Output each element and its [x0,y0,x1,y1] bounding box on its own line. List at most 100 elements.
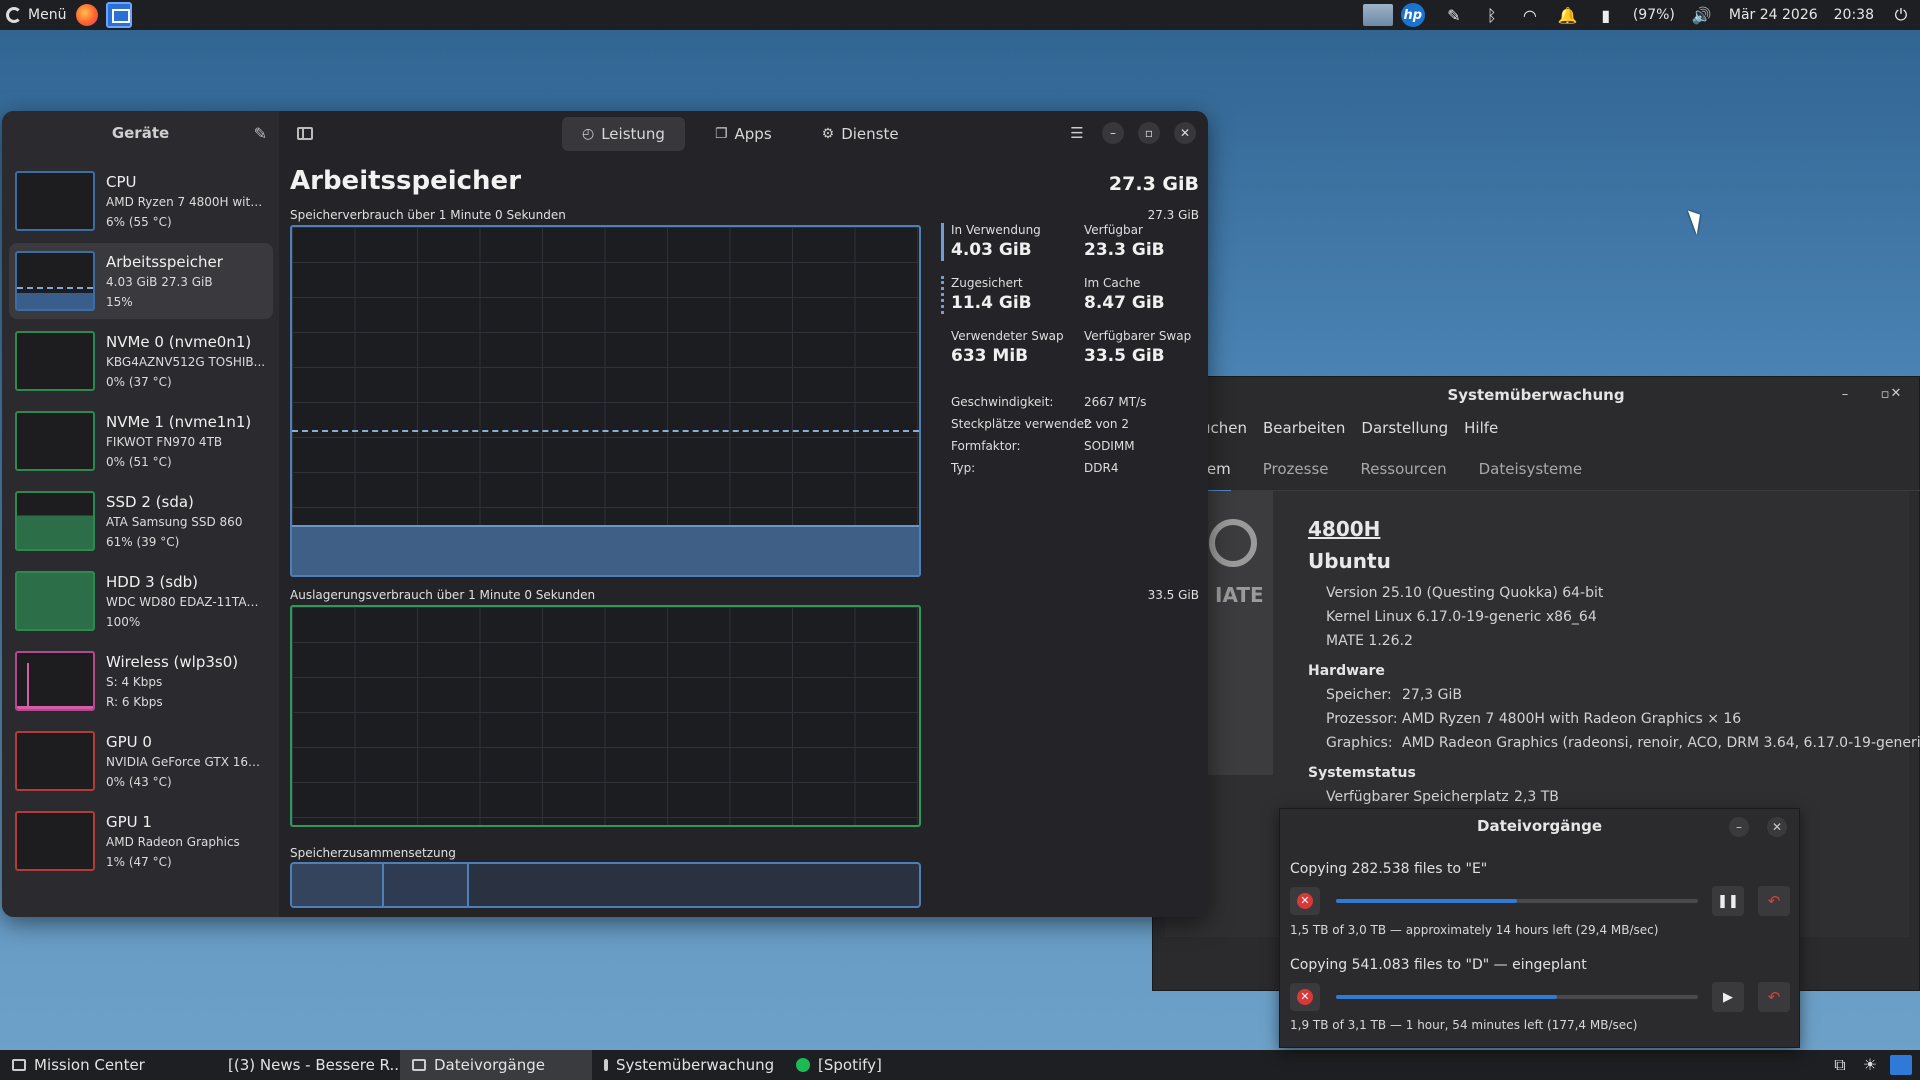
device-cpu[interactable]: CPU AMD Ryzen 7 4800H with... 6% (55 °C) [9,163,273,239]
memory-composition-bar [290,862,921,908]
window-icon [604,1059,608,1071]
tab-prozesse[interactable]: Prozesse [1263,460,1329,478]
device-hdd3[interactable]: HDD 3 (sdb) WDC WD80 EDAZ-11TA3A0 100% [9,563,273,639]
undo-icon: ↶ [1767,988,1781,1006]
op1-pause-button[interactable]: ❚❚ [1712,886,1744,916]
device-stat: 100% [106,615,141,629]
close-icon[interactable]: ✕ [1174,122,1196,144]
menu-bearbeiten[interactable]: Bearbeiten [1263,419,1345,437]
ssd2-thumbnail [15,491,95,551]
device-stat: 0% (51 °C) [106,455,172,469]
device-nvme1[interactable]: NVMe 1 (nvme1n1) FIKWOT FN970 4TB 0% (51… [9,403,273,479]
device-name: HDD 3 (sdb) [106,573,199,591]
op1-undo-button[interactable]: ↶ [1758,886,1790,916]
edit-pencil-icon[interactable]: ✎ [254,124,267,143]
bluetooth-icon[interactable]: ᛒ [1473,6,1511,25]
op1-progress-fill [1336,899,1517,903]
tab-dienste[interactable]: ⚙ Dienste [802,117,919,151]
device-stat: 0% (37 °C) [106,375,172,389]
op1-detail: 1,5 TB of 3,0 TB — approximately 14 hour… [1290,923,1659,937]
op2-undo-button[interactable]: ↶ [1758,982,1790,1012]
stat-cached: Im Cache 8.47 GiB [1084,276,1165,313]
device-stat: 1% (47 °C) [106,855,172,869]
device-sub: 4.03 GiB 27.3 GiB [106,275,213,289]
device-ssd2[interactable]: SSD 2 (sda) ATA Samsung SSD 860 61% (39 … [9,483,273,559]
sm-close-icon[interactable]: ✕ [1886,384,1906,404]
composition-used [292,864,384,906]
prop-key: Typ: [951,461,976,475]
device-memory[interactable]: Arbeitsspeicher 4.03 GiB 27.3 GiB 15% [9,243,273,319]
minimize-icon[interactable]: – [1102,122,1124,144]
menu-darstellung[interactable]: Darstellung [1361,419,1448,437]
task-spotify[interactable]: [Spotify] [784,1050,976,1080]
cpu-thumbnail [15,171,95,231]
firefox-launcher-icon[interactable] [76,4,99,26]
tab-ressourcen[interactable]: Ressourcen [1361,460,1447,478]
swap-usage-graph [290,605,921,827]
notification-bell-icon[interactable]: 🔔 [1549,6,1587,25]
power-icon[interactable]: ⏻ [1882,5,1920,25]
clock-date[interactable]: Mär 24 2026 [1721,7,1826,23]
hp-tray-icon[interactable]: hp [1400,3,1425,27]
device-wireless[interactable]: Wireless (wlp3s0) S: 4 Kbps R: 6 Kbps [9,643,273,719]
sidebar-toggle-button[interactable] [291,120,319,146]
tab-apps[interactable]: ❐ Apps [695,117,792,151]
maximize-icon[interactable]: ▫ [1138,122,1160,144]
device-stat: 15% [106,295,133,309]
task-mission-center[interactable]: Mission Center [0,1050,208,1080]
tab-dateisysteme[interactable]: Dateisysteme [1479,460,1582,478]
op2-play-button[interactable]: ▶ [1712,982,1744,1012]
stat-available: Verfügbar 23.3 GiB [1084,223,1165,260]
device-nvme0[interactable]: NVMe 0 (nvme0n1) KBG4AZNV512G TOSHIB... … [9,323,273,399]
hardware-heading: Hardware [1308,663,1385,679]
header-bar: ◴ Leistung ❐ Apps ⚙ Dienste ☰ – ▫ ✕ [279,111,1208,155]
prop-value: 2 von 2 [1084,417,1129,431]
device-stat: 0% (43 °C) [106,775,172,789]
minimize-icon[interactable]: – [1835,385,1855,405]
menu-logo-icon [6,7,22,23]
memory-value: 27,3 GiB [1402,687,1462,703]
file-operations-dialog: Dateivorgänge – ✕ Copying 282.538 files … [1279,808,1800,1048]
pen-tray-icon[interactable]: ✎ [1435,6,1473,25]
tab-leistung[interactable]: ◴ Leistung [562,117,685,151]
clock-time[interactable]: 20:38 [1826,7,1882,23]
hamburger-menu-icon[interactable]: ☰ [1066,122,1088,144]
storage-label: Verfügbarer Speicherplatz [1326,789,1509,805]
volume-icon[interactable]: 🔊 [1683,6,1721,25]
task-label: [Spotify] [818,1056,882,1074]
mission-center-launcher-icon[interactable] [106,2,133,28]
device-gpu1[interactable]: GPU 1 AMD Radeon Graphics 1% (47 °C) [9,803,273,879]
close-icon[interactable]: ✕ [1767,817,1787,837]
battery-icon[interactable]: ▮ [1587,6,1625,25]
menu-hilfe[interactable]: Hilfe [1464,419,1498,437]
device-sub: FIKWOT FN970 4TB [106,435,223,449]
composition-cached [384,864,469,906]
op1-progress [1336,899,1698,903]
folder-tray-icon[interactable] [1362,4,1393,26]
tray-app-icon[interactable]: ⧉ [1830,1055,1850,1075]
task-firefox[interactable]: [(3) News - Bessere R... [208,1050,404,1080]
hostname[interactable]: 4800H [1308,517,1380,541]
window-icon [412,1059,426,1071]
op2-cancel-button[interactable]: ✕ [1290,983,1320,1011]
task-label: [(3) News - Bessere R... [228,1056,404,1074]
weather-sun-icon[interactable]: ☀ [1860,1055,1880,1075]
processor-label: Prozessor: [1326,711,1398,727]
device-name: Wireless (wlp3s0) [106,653,239,671]
composition-label: Speicherzusammensetzung [290,846,456,860]
main-menu-button[interactable]: Menü [0,7,76,23]
task-systemueberwachung[interactable]: Systemüberwachung [592,1050,784,1080]
wifi-icon[interactable]: ◠ [1511,6,1549,25]
device-gpu0[interactable]: GPU 0 NVIDIA GeForce GTX 166... 0% (43 °… [9,723,273,799]
storage-value: 2,3 TB [1514,789,1559,805]
op1-cancel-button[interactable]: ✕ [1290,887,1320,915]
in-use-marker [941,223,944,261]
task-dateivorgaenge[interactable]: Dateivorgänge [400,1050,592,1080]
memory-label: Speicher: [1326,687,1392,703]
workspace-switcher[interactable] [1890,1055,1912,1075]
minimize-icon[interactable]: – [1729,817,1749,837]
cancel-icon: ✕ [1297,893,1313,909]
os-version: Version 25.10 (Questing Quokka) 64-bit [1326,585,1604,601]
op2-label: Copying 541.083 files to "D" — eingeplan… [1290,957,1587,973]
device-name: NVMe 0 (nvme0n1) [106,333,252,351]
